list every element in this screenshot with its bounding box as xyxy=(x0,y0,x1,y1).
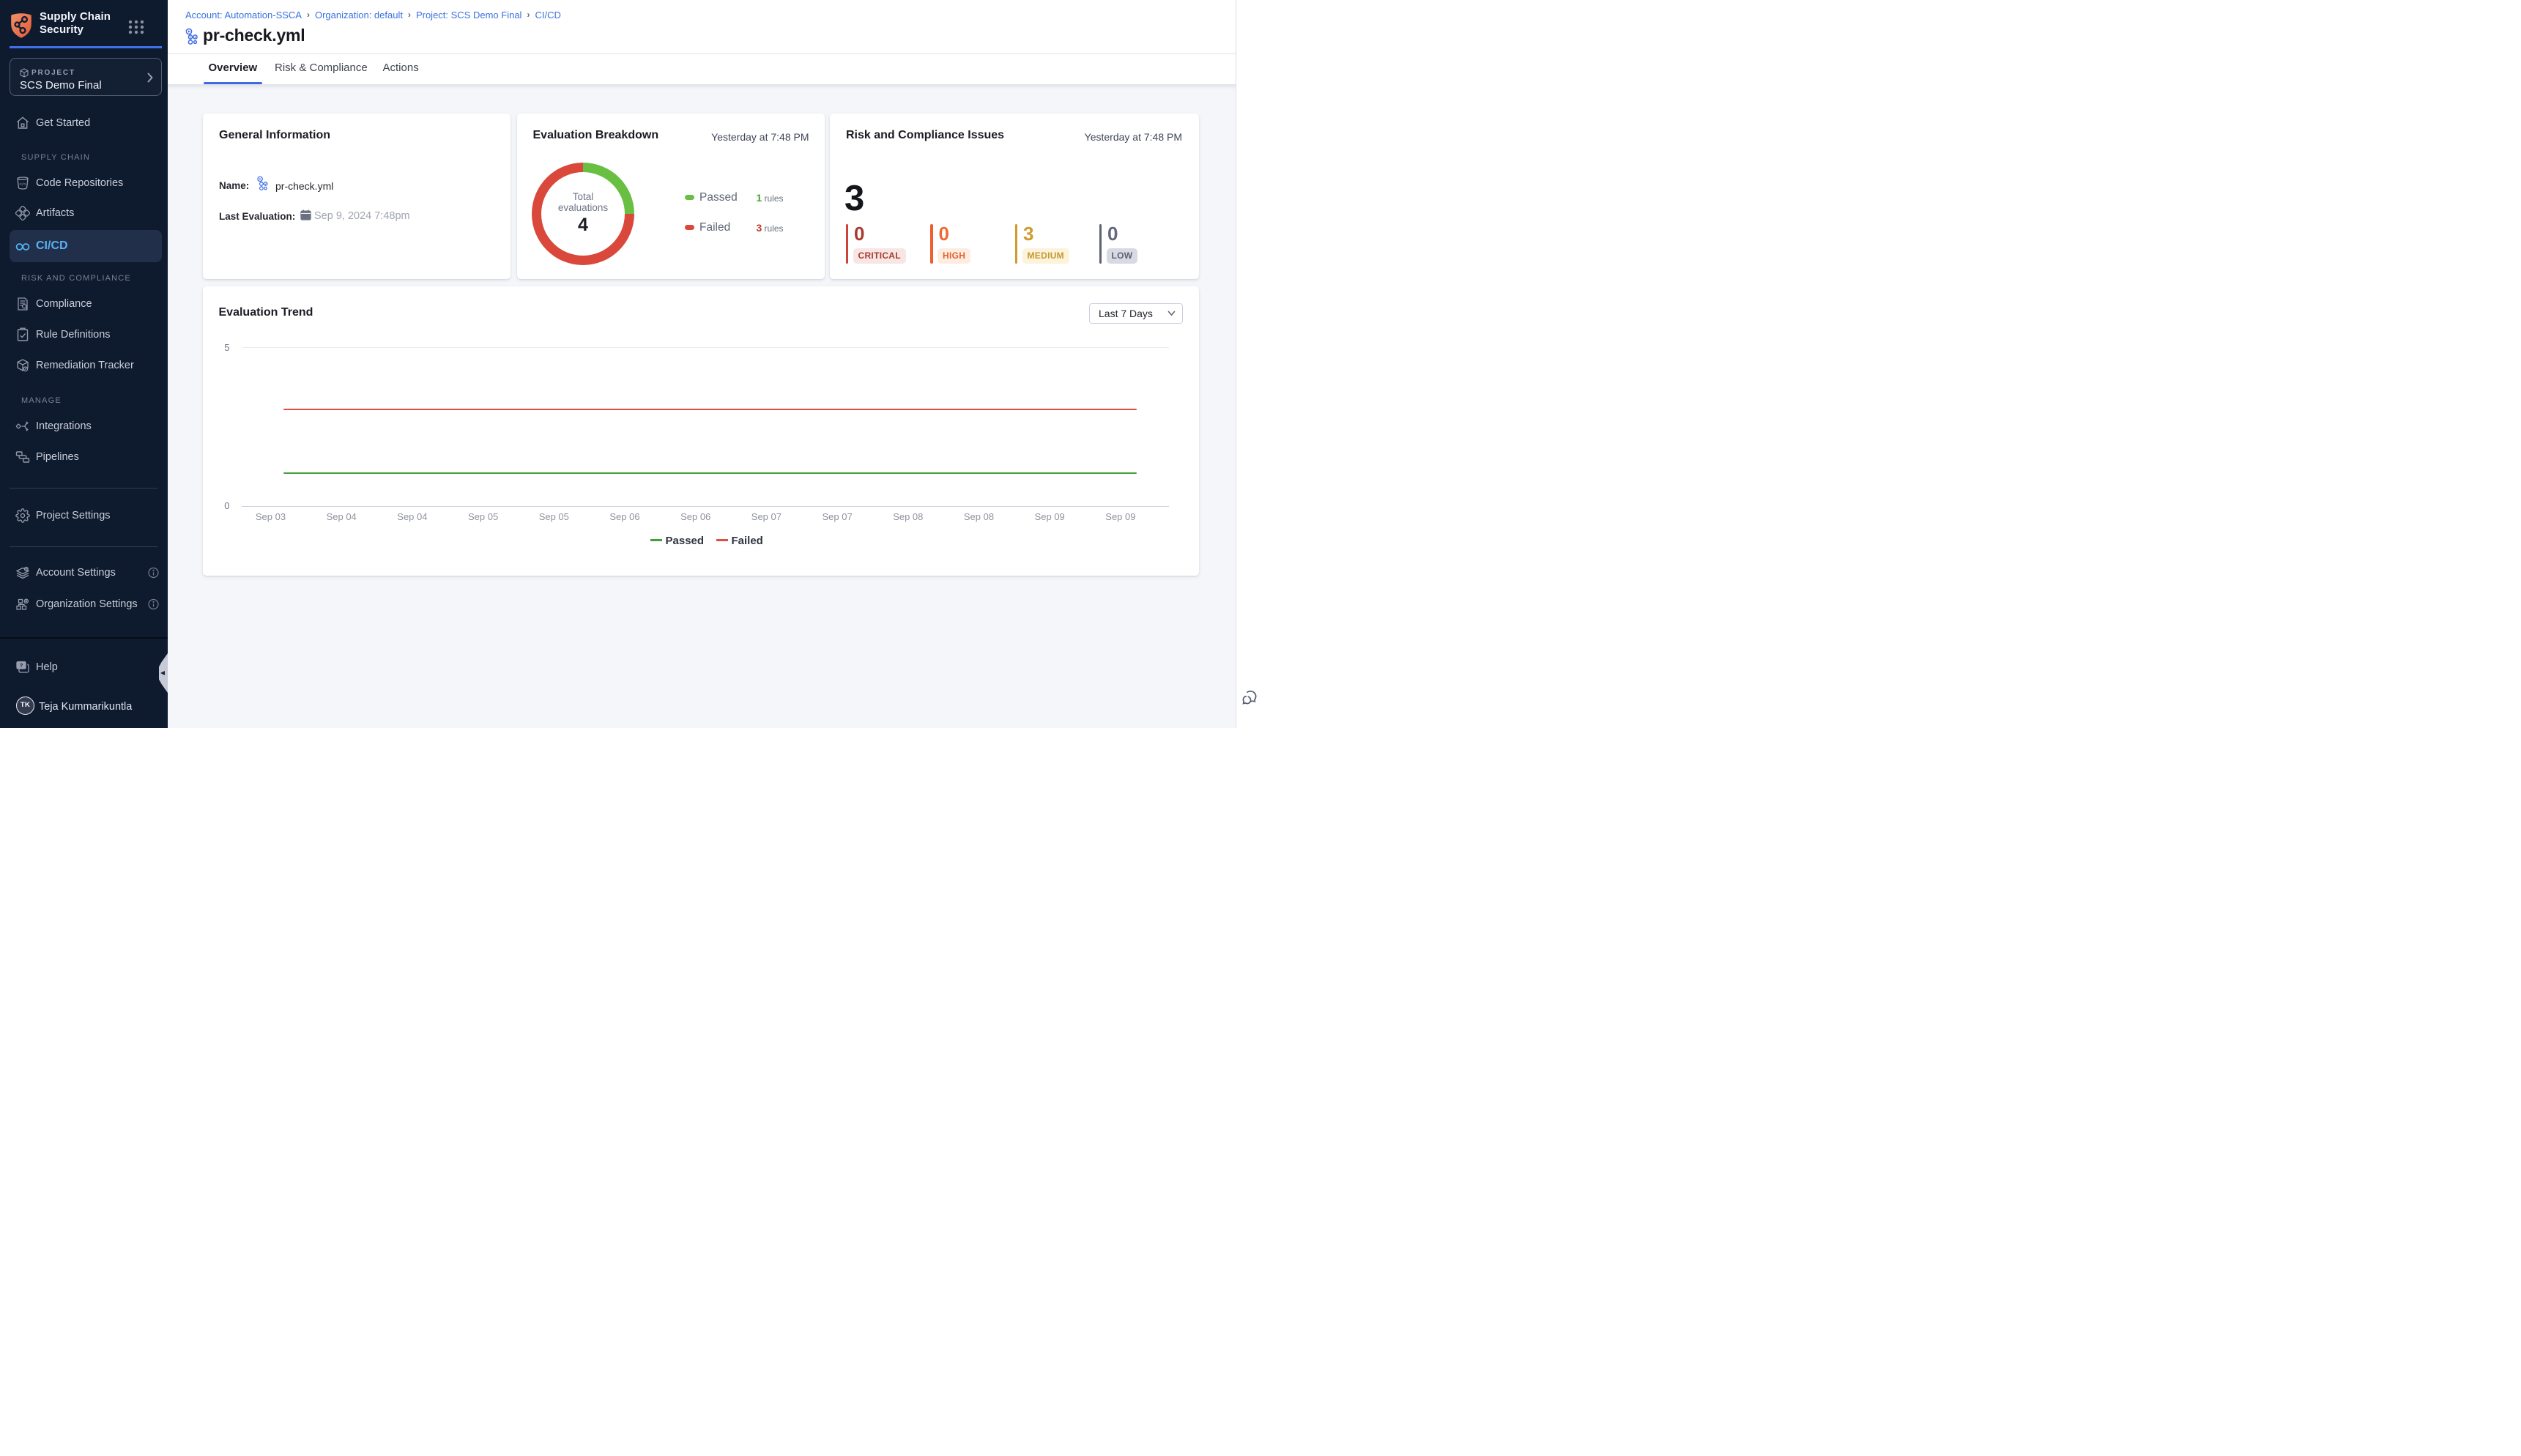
svg-text:?: ? xyxy=(20,662,23,669)
svg-text:</>: </> xyxy=(19,182,26,187)
